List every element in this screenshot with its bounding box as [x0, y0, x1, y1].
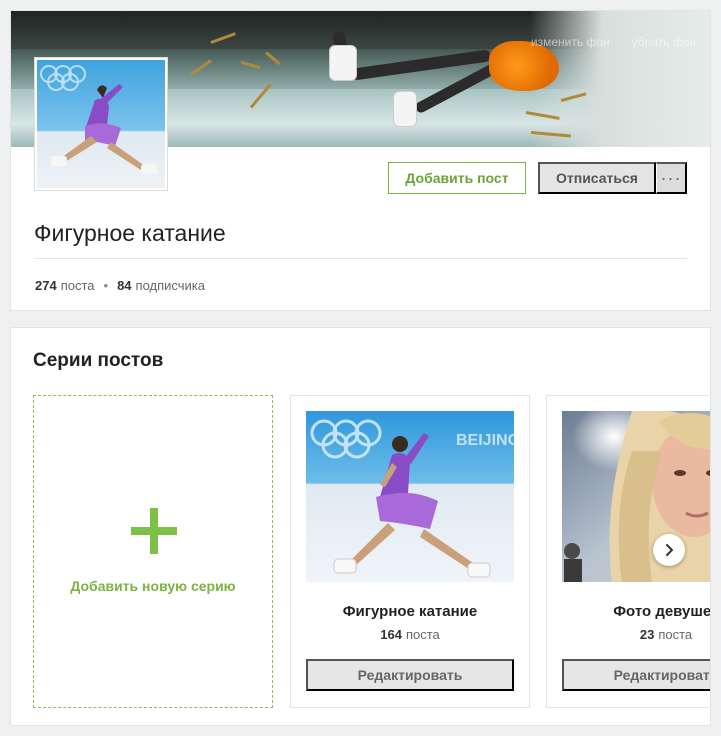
post-series-section: Серии постов Добавить новую серию BEIJIN…	[10, 327, 711, 726]
more-dots-icon: ···	[660, 167, 682, 188]
add-series-label: Добавить новую серию	[70, 578, 236, 594]
series-thumbnail-image: BEIJING 2022	[306, 411, 514, 582]
divider	[34, 258, 687, 259]
add-series-tile[interactable]: Добавить новую серию	[33, 395, 273, 708]
posts-label[interactable]: поста	[61, 278, 95, 293]
series-count-value: 23	[639, 627, 655, 642]
plus-icon	[131, 508, 177, 554]
chevron-right-icon	[666, 544, 673, 556]
group-header-card: изменить фон убрать фон Добавить пост От…	[10, 10, 711, 311]
series-thumbnail[interactable]: BEIJING 2022	[306, 411, 514, 582]
stats-separator: •	[103, 278, 109, 293]
svg-text:BEIJING 2022: BEIJING 2022	[456, 432, 514, 449]
remove-cover-button[interactable]: убрать фон	[632, 33, 696, 51]
series-count-label: поста	[405, 627, 440, 642]
subscribers-label[interactable]: подписчика	[136, 278, 205, 293]
posts-count: 274	[35, 278, 57, 293]
series-card-girls-photos[interactable]: Фото девушек 23 поста Редактировать	[546, 395, 710, 708]
group-title: Фигурное катание	[34, 220, 226, 246]
series-count-label: поста	[658, 627, 693, 642]
series-section-title: Серии постов	[33, 350, 164, 371]
series-name[interactable]: Фото девушек	[547, 603, 710, 620]
series-thumbnail-image	[562, 411, 710, 582]
add-post-button[interactable]: Добавить пост	[388, 162, 526, 194]
group-stats: 274 поста • 84 подписчика	[35, 278, 205, 293]
edit-series-button[interactable]: Редактировать	[306, 659, 514, 691]
series-post-count: 23 поста	[547, 627, 710, 642]
avatar-image	[37, 60, 165, 188]
series-name[interactable]: Фигурное катание	[291, 603, 529, 620]
series-count-value: 164	[380, 627, 402, 642]
carousel-next-button[interactable]	[653, 534, 685, 566]
change-cover-button[interactable]: изменить фон	[531, 33, 610, 51]
more-options-button[interactable]: ···	[656, 162, 687, 194]
edit-series-button[interactable]: Редактировать	[562, 659, 710, 691]
series-card-figure-skating[interactable]: BEIJING 2022 Фигурное катание 164поста Р…	[290, 395, 530, 708]
series-post-count: 164 поста	[291, 627, 529, 642]
series-thumbnail[interactable]	[562, 411, 710, 582]
unsubscribe-button[interactable]: Отписаться	[538, 162, 656, 194]
group-avatar[interactable]	[35, 58, 167, 190]
subscribers-count: 84	[117, 278, 132, 293]
